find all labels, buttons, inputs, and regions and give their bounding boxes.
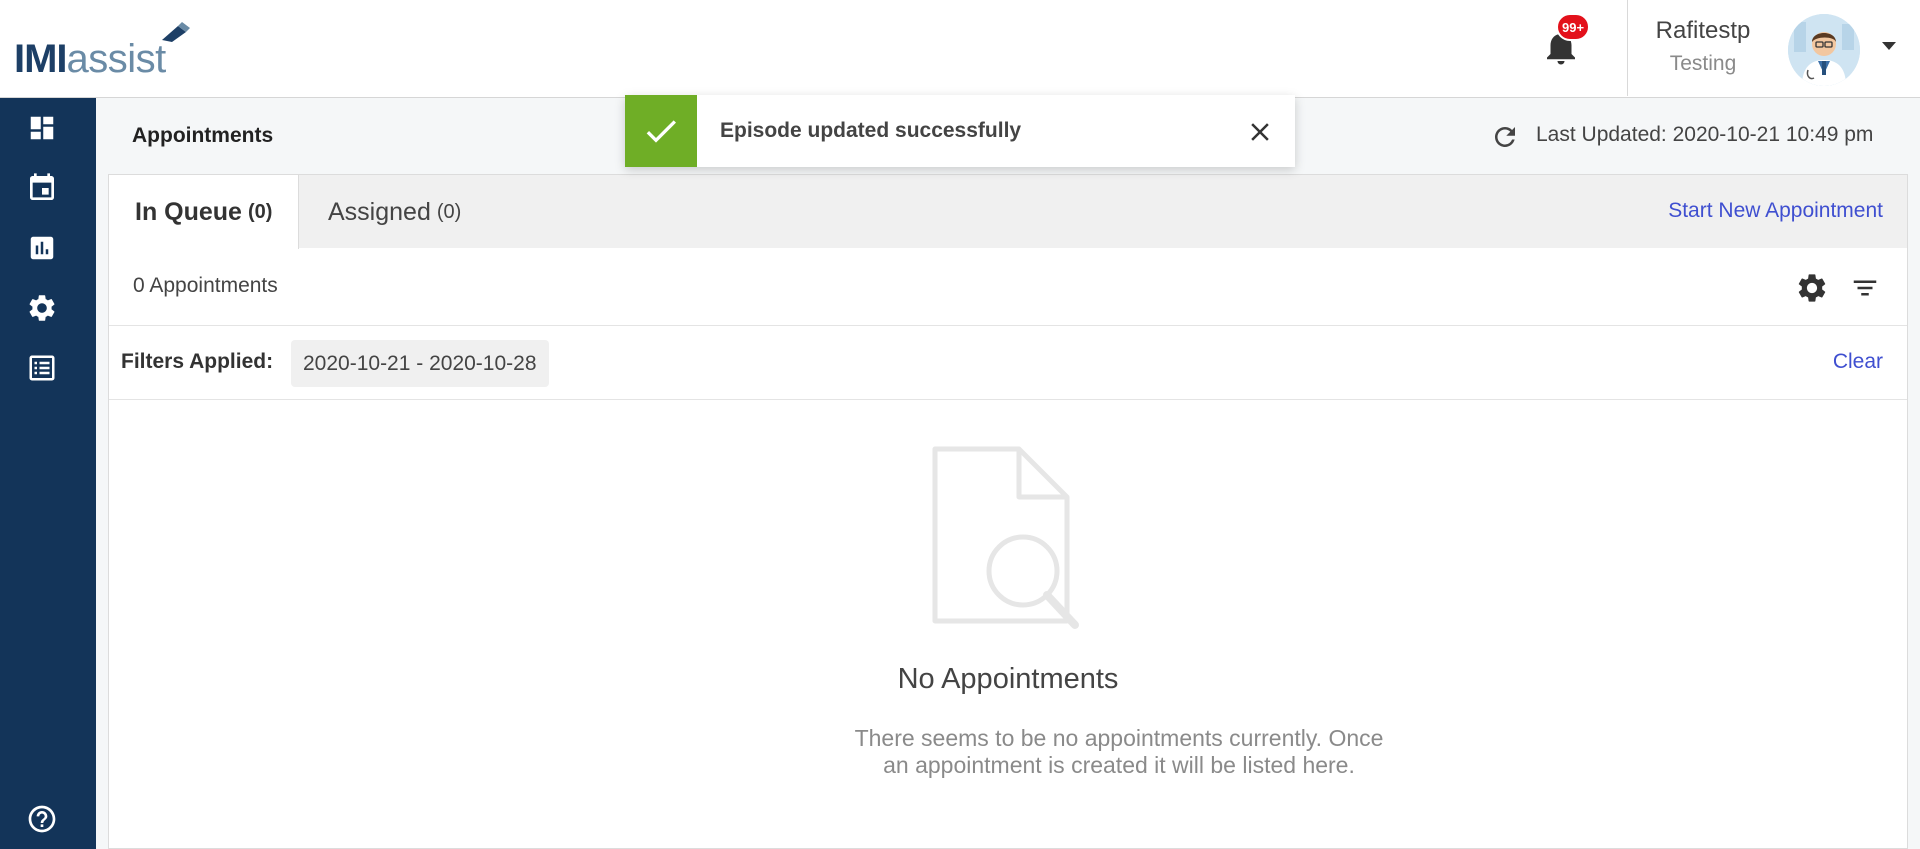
logo-text-assist: assist [66, 37, 167, 81]
empty-state-title: No Appointments [897, 663, 1119, 695]
doctor-avatar-icon [1788, 14, 1860, 86]
tab-in-queue[interactable]: In Queue (0) [109, 175, 300, 249]
user-name[interactable]: Rafitestp [1620, 17, 1786, 45]
help-icon [28, 805, 56, 833]
sidebar-item-dashboard[interactable] [24, 110, 60, 146]
appointments-card: In Queue (0) Assigned (0) Start New Appo… [108, 174, 1908, 849]
user-menu-caret-icon[interactable] [1882, 42, 1896, 50]
calendar-icon [30, 173, 54, 200]
user-role: Testing [1669, 52, 1737, 75]
header-divider [1627, 0, 1628, 96]
filter-icon[interactable] [1849, 273, 1881, 303]
sidebar-item-reports[interactable] [24, 230, 60, 266]
notification-badge: 99+ [1556, 13, 1591, 41]
tab-in-queue-count: (0) [247, 200, 273, 223]
close-icon[interactable] [1245, 117, 1275, 147]
top-header: IMI assist 99+ Rafitestp Testing [0, 0, 1920, 98]
sidebar-item-calendar[interactable] [24, 170, 60, 206]
reports-icon [30, 236, 54, 260]
sidebar-item-list[interactable] [24, 350, 60, 386]
appointment-count: 0 Appointments [133, 274, 278, 297]
last-updated-text: Last Updated: 2020-10-21 10:49 pm [1536, 123, 1874, 146]
settings-icon [29, 295, 55, 321]
checkmark-icon [646, 120, 676, 143]
refresh-icon[interactable] [1490, 122, 1520, 152]
user-avatar[interactable] [1788, 14, 1860, 86]
left-sidebar [0, 98, 96, 849]
toast-message: Episode updated successfully [720, 119, 1022, 142]
dashboard-icon [30, 116, 54, 140]
sidebar-item-help[interactable] [24, 801, 60, 837]
filters-row: Filters Applied: 2020-10-21 - 2020-10-28… [109, 326, 1907, 400]
imiassist-logo[interactable]: IMI assist [14, 22, 166, 82]
settings-gear-icon[interactable] [1795, 271, 1829, 305]
success-toast: Episode updated successfully [625, 95, 1295, 167]
empty-state-description: There seems to be no appointments curren… [854, 725, 1384, 778]
tab-in-queue-label: In Queue [135, 197, 242, 226]
tab-bar: In Queue (0) Assigned (0) Start New Appo… [109, 175, 1907, 249]
sidebar-item-settings[interactable] [24, 290, 60, 326]
logo-pen-icon [162, 22, 190, 42]
page-title: Appointments [132, 124, 274, 147]
tab-assigned[interactable]: Assigned (0) [302, 175, 487, 249]
start-new-appointment-link[interactable]: Start New Appointment [1668, 199, 1883, 223]
tab-assigned-count: (0) [436, 200, 462, 223]
filters-applied-label: Filters Applied: [121, 350, 274, 373]
tab-assigned-label: Assigned [328, 197, 431, 226]
appointment-count-row: 0 Appointments [109, 249, 1907, 326]
list-icon [29, 355, 55, 381]
empty-document-search-icon [932, 446, 1079, 629]
logo-text-imi: IMI [14, 37, 68, 81]
date-range-filter-chip[interactable]: 2020-10-21 - 2020-10-28 [291, 340, 549, 387]
toast-status [625, 95, 697, 167]
clear-filters-link[interactable]: Clear [1833, 350, 1883, 374]
